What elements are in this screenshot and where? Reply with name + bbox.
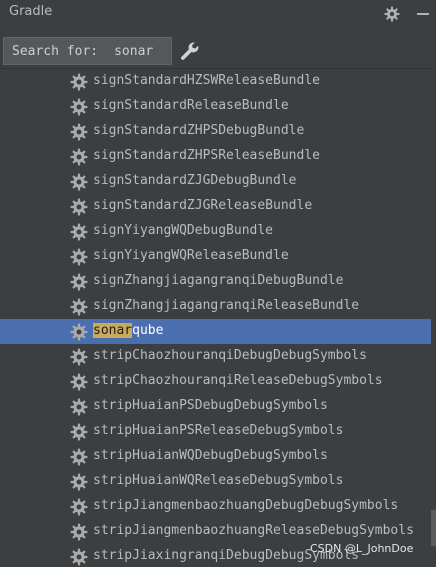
scrollbar-thumb[interactable] bbox=[431, 510, 436, 546]
gear-icon bbox=[70, 148, 88, 166]
gear-icon bbox=[70, 323, 88, 341]
tree-row[interactable]: stripJiangmenbaozhuangReleaseDebugSymbol… bbox=[0, 519, 431, 544]
task-label-rest: qube bbox=[132, 323, 164, 338]
task-label: signStandardZHPSDebugBundle bbox=[93, 123, 305, 138]
gear-icon bbox=[70, 248, 88, 266]
tree-row[interactable]: signStandardZHPSDebugBundle bbox=[0, 119, 431, 144]
tree-row[interactable]: stripJiangmenbaozhuangDebugDebugSymbols bbox=[0, 494, 431, 519]
task-label: stripHuaianPSReleaseDebugSymbols bbox=[93, 423, 344, 438]
tree-row[interactable]: signZhangjiagangranqiReleaseBundle bbox=[0, 294, 431, 319]
task-label: signYiyangWQReleaseBundle bbox=[93, 248, 289, 263]
tree-row[interactable]: signStandardReleaseBundle bbox=[0, 94, 431, 119]
gear-icon bbox=[70, 198, 88, 216]
gear-icon bbox=[70, 373, 88, 391]
task-label: stripHuaianPSDebugDebugSymbols bbox=[93, 398, 328, 413]
task-label: signStandardZHPSReleaseBundle bbox=[93, 148, 320, 163]
task-label: signStandardReleaseBundle bbox=[93, 98, 289, 113]
task-tree[interactable]: signStandardHZSWReleaseBundle signStandar… bbox=[0, 68, 431, 567]
tree-row[interactable]: signYiyangWQReleaseBundle bbox=[0, 244, 431, 269]
gear-icon bbox=[70, 523, 88, 541]
gear-icon bbox=[70, 423, 88, 441]
search-match-highlight: sonar bbox=[93, 323, 133, 338]
gear-icon bbox=[70, 473, 88, 491]
tree-row[interactable]: stripHuaianWQDebugDebugSymbols bbox=[0, 444, 431, 469]
tree-row[interactable]: signYiyangWQDebugBundle bbox=[0, 219, 431, 244]
tree-row[interactable]: stripHuaianPSReleaseDebugSymbols bbox=[0, 419, 431, 444]
gear-icon bbox=[70, 348, 88, 366]
task-label: sonarqube bbox=[93, 323, 163, 338]
minus-icon[interactable] bbox=[414, 5, 432, 23]
task-label: stripChaozhouranqiReleaseDebugSymbols bbox=[93, 373, 383, 388]
gear-icon[interactable] bbox=[383, 5, 401, 23]
tree-row[interactable]: stripChaozhouranqiReleaseDebugSymbols bbox=[0, 369, 431, 394]
gear-icon bbox=[70, 223, 88, 241]
gear-icon bbox=[70, 273, 88, 291]
tree-row[interactable]: signStandardZHPSReleaseBundle bbox=[0, 144, 431, 169]
task-label: signYiyangWQDebugBundle bbox=[93, 223, 274, 238]
gear-icon bbox=[70, 73, 88, 91]
task-label: signStandardZJGReleaseBundle bbox=[93, 198, 313, 213]
gear-icon bbox=[70, 123, 88, 141]
task-label: stripJiangmenbaozhuangDebugDebugSymbols bbox=[93, 498, 399, 513]
wrench-icon[interactable] bbox=[178, 39, 202, 63]
gear-icon bbox=[70, 173, 88, 191]
gear-icon bbox=[70, 98, 88, 116]
search-value[interactable]: sonar bbox=[114, 44, 153, 59]
task-label: stripHuaianWQDebugDebugSymbols bbox=[93, 448, 328, 463]
search-label: Search for: bbox=[12, 43, 99, 59]
tree-row[interactable]: stripHuaianWQReleaseDebugSymbols bbox=[0, 469, 431, 494]
tool-window-header: Gradle bbox=[0, 0, 436, 28]
gear-icon bbox=[70, 498, 88, 516]
tree-row[interactable]: stripChaozhouranqiDebugDebugSymbols bbox=[0, 344, 431, 369]
search-input[interactable]: Search for: sonar bbox=[3, 37, 172, 65]
task-label: stripChaozhouranqiDebugDebugSymbols bbox=[93, 348, 367, 363]
watermark: CSDN @L_JohnDoe bbox=[310, 542, 414, 555]
task-label: stripJiangmenbaozhuangReleaseDebugSymbol… bbox=[93, 523, 414, 538]
tree-row[interactable]: signStandardZJGDebugBundle bbox=[0, 169, 431, 194]
gear-icon bbox=[70, 398, 88, 416]
task-label: stripHuaianWQReleaseDebugSymbols bbox=[93, 473, 344, 488]
panel-title: Gradle bbox=[9, 4, 53, 19]
task-label: signStandardHZSWReleaseBundle bbox=[93, 73, 320, 88]
gear-icon bbox=[70, 548, 88, 566]
gear-icon bbox=[70, 298, 88, 316]
task-label: signZhangjiagangranqiReleaseBundle bbox=[93, 298, 360, 313]
tree-row[interactable]: signZhangjiagangranqiDebugBundle bbox=[0, 269, 431, 294]
tree-row[interactable]: signStandardZJGReleaseBundle bbox=[0, 194, 431, 219]
task-label: signStandardZJGDebugBundle bbox=[93, 173, 297, 188]
tree-row[interactable]: signStandardHZSWReleaseBundle bbox=[0, 69, 431, 94]
tree-row[interactable]: stripHuaianPSDebugDebugSymbols bbox=[0, 394, 431, 419]
gear-icon bbox=[70, 448, 88, 466]
task-label: signZhangjiagangranqiDebugBundle bbox=[93, 273, 344, 288]
tree-row-selected[interactable]: sonarqube bbox=[0, 319, 431, 344]
